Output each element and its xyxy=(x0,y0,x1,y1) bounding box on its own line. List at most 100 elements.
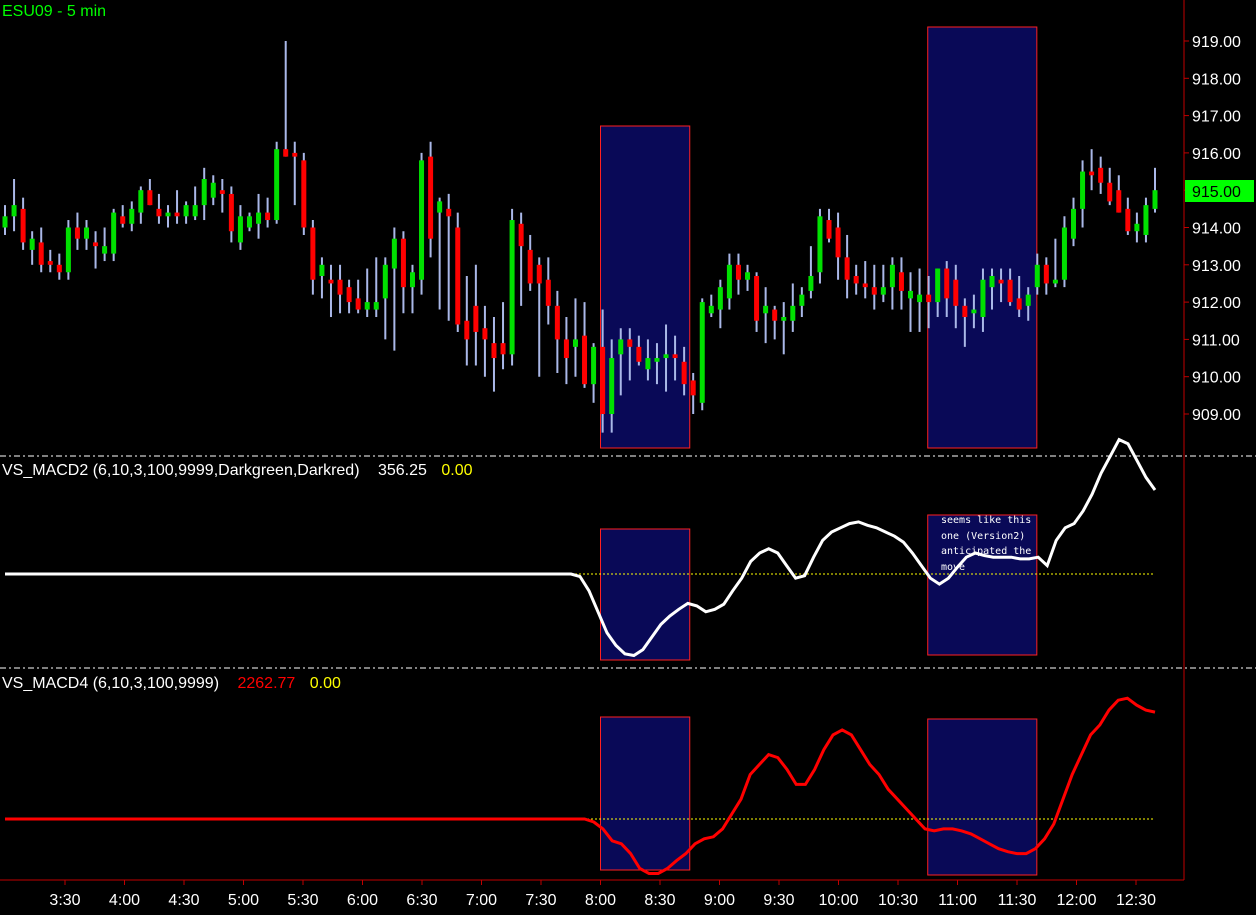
price-tick-label: 911.00 xyxy=(1192,332,1240,349)
macd2-header: VS_MACD2 (6,10,3,100,9999,Darkgreen,Dark… xyxy=(2,462,473,479)
candle-body xyxy=(545,279,551,306)
time-tick-label: 10:00 xyxy=(818,892,858,909)
candle-body xyxy=(708,305,714,314)
candle-body xyxy=(572,339,578,347)
price-tick-label: 919.00 xyxy=(1192,34,1241,51)
trading-chart[interactable]: 919.00 918.00 917.00 916.00 915.00 914.00 913.… xyxy=(0,0,1256,915)
candle-body xyxy=(446,208,452,217)
candle-body xyxy=(482,328,488,340)
candle-body xyxy=(38,242,44,265)
candle-body xyxy=(781,317,787,321)
time-tick-label: 4:00 xyxy=(109,892,140,909)
candle-body xyxy=(165,212,171,217)
candle-body xyxy=(346,287,352,303)
candle-body xyxy=(735,264,741,280)
candle-body xyxy=(636,346,642,362)
candle-body xyxy=(138,190,144,213)
time-tick-label: 4:30 xyxy=(168,892,199,909)
candle-body xyxy=(944,268,950,299)
candle-body xyxy=(1052,279,1058,284)
candle-body xyxy=(681,361,687,385)
candle-body xyxy=(536,264,542,284)
candle-body xyxy=(283,149,289,157)
candle-body xyxy=(491,343,497,359)
candle-body xyxy=(183,205,189,217)
highlight-box xyxy=(927,718,1038,876)
candle-body xyxy=(464,320,470,340)
candle-body xyxy=(256,212,262,224)
time-tick-label: 6:00 xyxy=(347,892,378,909)
candle-body xyxy=(391,238,397,269)
candle-body xyxy=(889,264,895,288)
price-tick-label: 918.00 xyxy=(1192,71,1241,88)
candle-body xyxy=(1134,223,1140,232)
candle-body xyxy=(808,275,814,291)
price-tick-label: 909.00 xyxy=(1192,407,1241,424)
candle-body xyxy=(409,272,415,288)
candle-body xyxy=(618,339,624,355)
highlight-box xyxy=(600,716,691,871)
candle-body xyxy=(717,287,723,310)
candle-body xyxy=(826,220,832,239)
candle-body xyxy=(1152,190,1158,209)
candle-body xyxy=(527,249,533,284)
candle-body xyxy=(210,182,216,198)
price-axis: 919.00 918.00 917.00 916.00 915.00 914.00 913.… xyxy=(1184,34,1241,424)
candle-body xyxy=(835,227,841,258)
candle-body xyxy=(799,294,805,306)
time-tick-label: 5:30 xyxy=(287,892,318,909)
candle-body xyxy=(192,205,198,217)
candle-body xyxy=(355,298,361,310)
candle-body xyxy=(1116,190,1122,213)
price-tick-label: 910.00 xyxy=(1192,370,1241,387)
candle-body xyxy=(645,358,651,370)
candle-body xyxy=(265,212,271,221)
candle-body xyxy=(844,257,850,280)
macd4-name: VS_MACD4 (6,10,3,100,9999) xyxy=(2,675,219,692)
candle-body xyxy=(563,339,569,359)
time-tick-label: 5:00 xyxy=(228,892,259,909)
candle-body xyxy=(428,156,434,239)
candle-body xyxy=(292,152,298,157)
candle-body xyxy=(147,190,153,206)
candle-body xyxy=(274,149,280,221)
candle-body xyxy=(29,238,35,250)
candle-body xyxy=(1125,208,1131,232)
chart-title: ESU09 - 5 min xyxy=(2,3,106,20)
candle-body xyxy=(699,302,705,403)
time-tick-label: 9:00 xyxy=(704,892,735,909)
highlight-boxes xyxy=(600,26,1038,876)
candle-body xyxy=(364,302,370,310)
candle-body xyxy=(817,216,823,273)
candle-body xyxy=(174,212,180,217)
candle-body xyxy=(310,227,316,280)
candle-body xyxy=(518,223,524,247)
candle-body xyxy=(246,216,252,228)
candle-body xyxy=(437,201,443,213)
candle-body xyxy=(509,220,515,355)
candle-body xyxy=(500,343,506,355)
candle-body xyxy=(790,305,796,321)
candle-body xyxy=(1043,264,1049,284)
time-tick-label: 11:30 xyxy=(998,892,1037,909)
macd4-value: 2262.77 xyxy=(237,675,295,692)
candle-body xyxy=(772,309,778,321)
candle-body xyxy=(337,279,343,295)
candle-body xyxy=(301,160,307,228)
candle-body xyxy=(672,354,678,359)
candle-body xyxy=(93,242,99,247)
candle-body xyxy=(419,160,425,280)
candle-body xyxy=(726,264,732,299)
candle-body xyxy=(228,193,234,232)
time-tick-label: 8:30 xyxy=(644,892,675,909)
candle-body xyxy=(120,216,126,224)
candle-body xyxy=(455,227,461,325)
candle-body xyxy=(201,179,207,206)
note-line-1: seems like this xyxy=(941,515,1031,526)
candle-body xyxy=(319,264,325,276)
candle-body xyxy=(600,346,606,414)
candle-body xyxy=(745,272,751,280)
note-line-3: anticipated the xyxy=(941,546,1031,557)
candle-body xyxy=(473,305,479,332)
candle-body xyxy=(627,339,633,347)
